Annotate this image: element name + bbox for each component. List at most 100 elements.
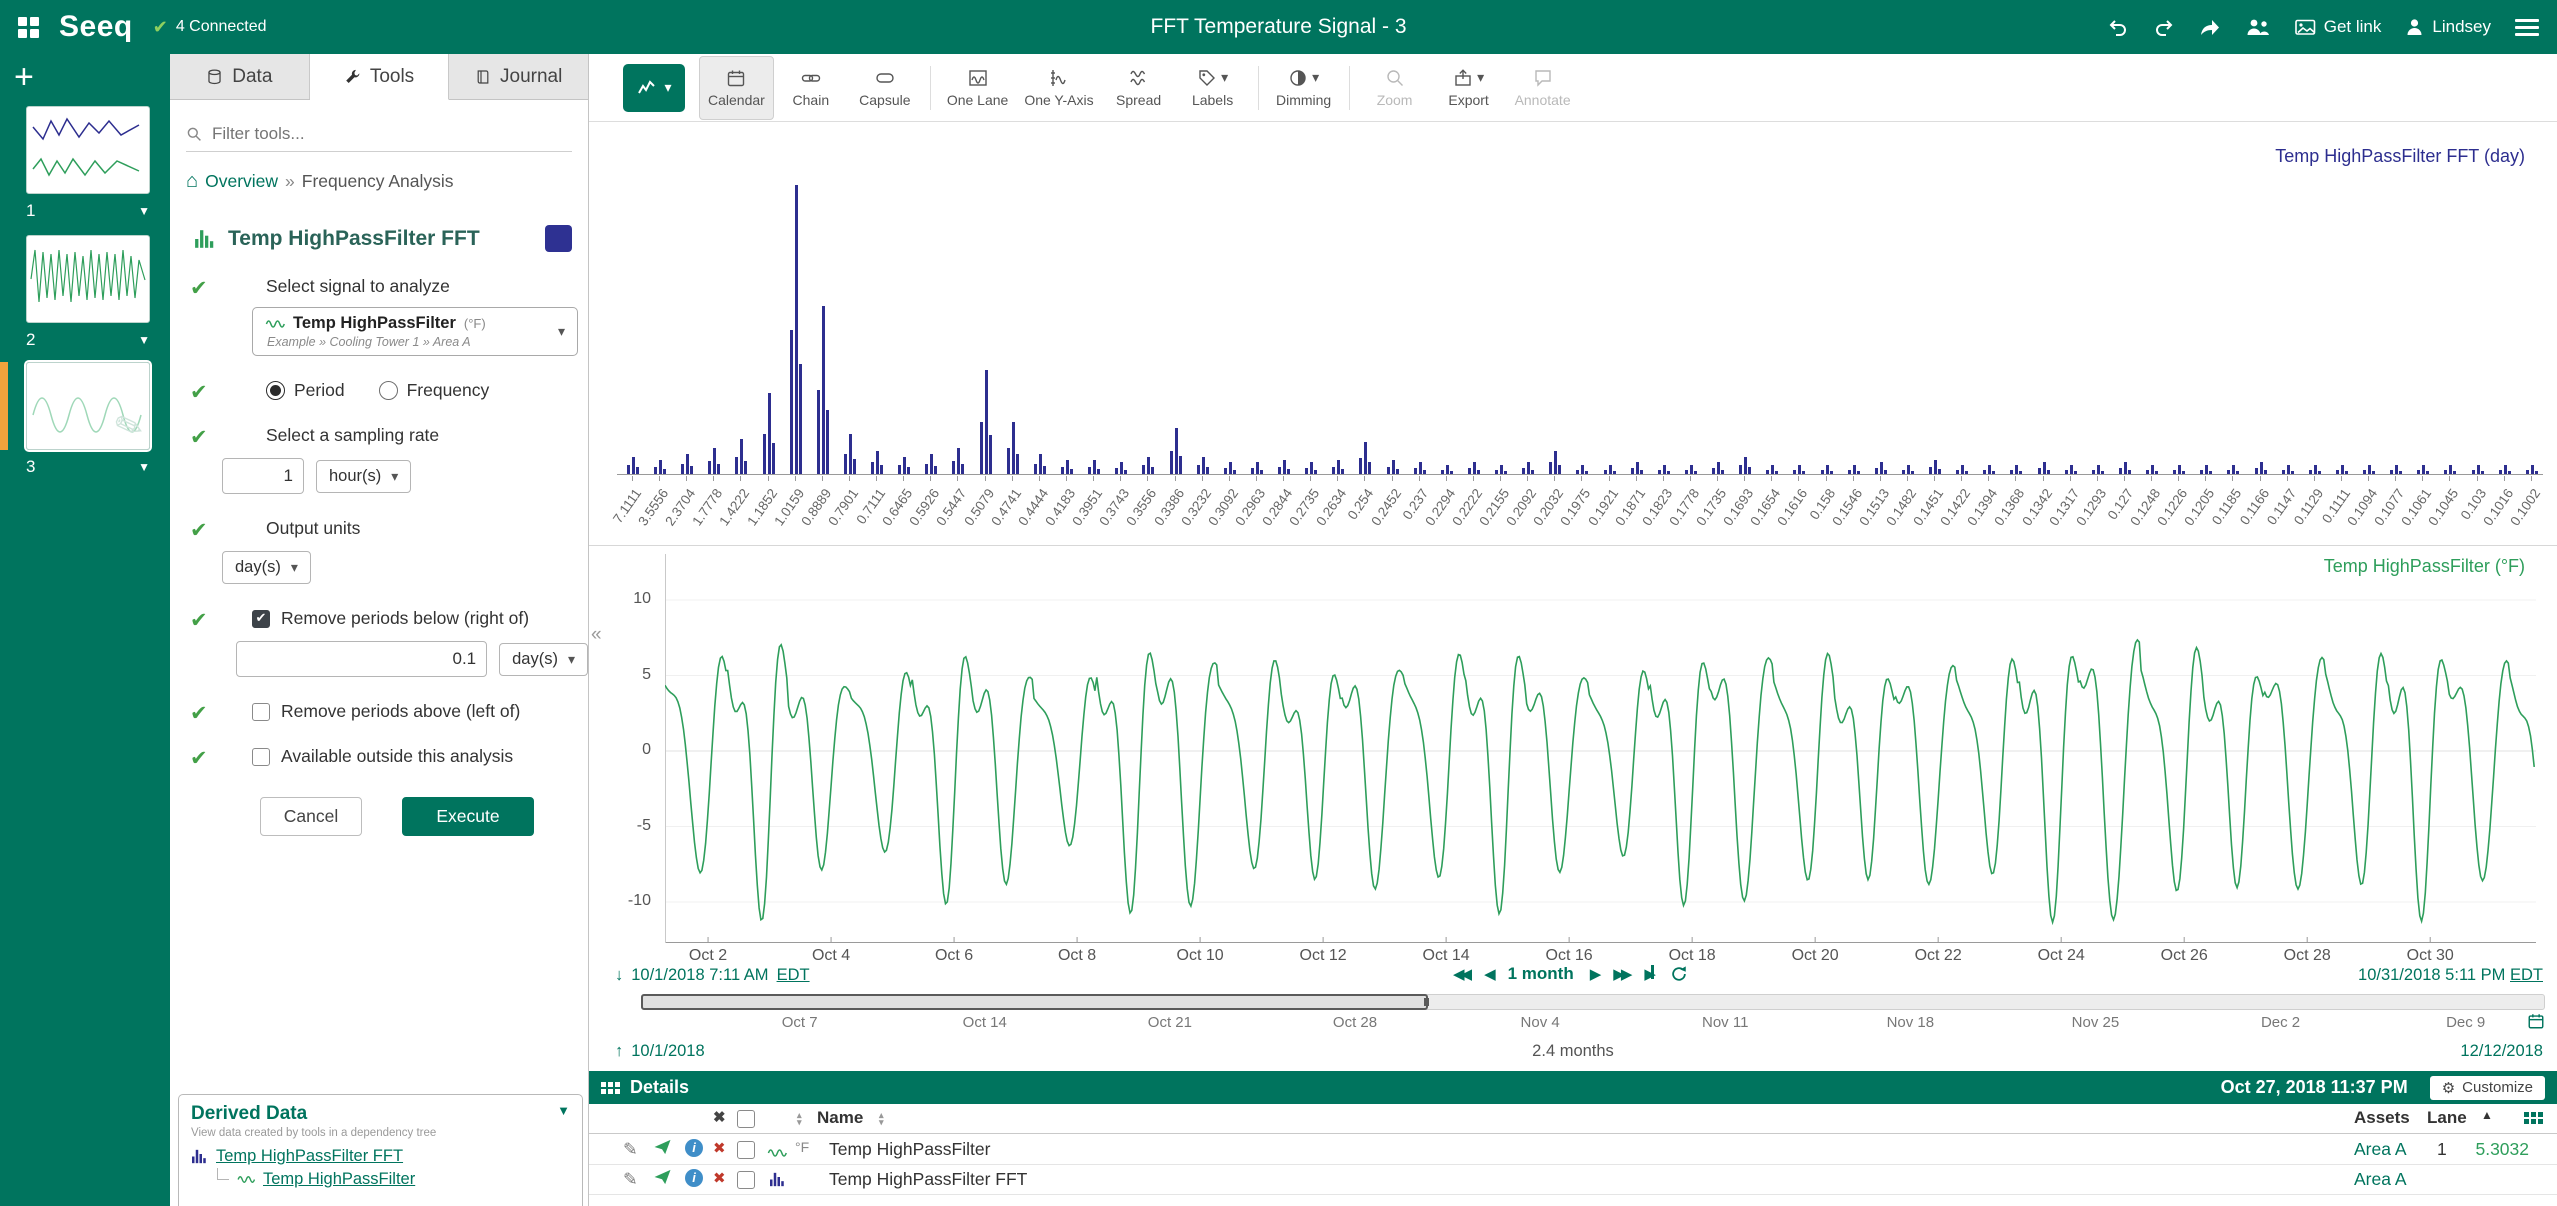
available-outside-checkbox[interactable] <box>252 748 270 766</box>
output-unit-dropdown[interactable]: day(s) ▾ <box>222 551 311 584</box>
remove-icon[interactable]: ✖ <box>713 1169 726 1187</box>
sort-icon[interactable]: ▴▾ <box>879 1112 884 1126</box>
users-icon[interactable] <box>2245 18 2271 37</box>
add-worksheet-button[interactable]: + <box>14 60 34 94</box>
refresh-icon[interactable] <box>1670 965 1688 983</box>
derived-collapse-chevron-icon[interactable]: ▼ <box>557 1103 570 1118</box>
worksheet-thumbnail-2[interactable] <box>26 235 150 323</box>
fft-series-legend[interactable]: Temp HighPassFilter FFT (day) <box>2275 146 2525 167</box>
step-to-end-icon[interactable]: ▶ <box>1644 965 1654 983</box>
worksheet-3-chevron-icon[interactable]: ▼ <box>138 460 150 474</box>
investigate-duration[interactable]: 2.4 months <box>1532 1042 1614 1061</box>
range-end-timezone[interactable]: EDT <box>2510 966 2543 984</box>
investigate-start[interactable]: ↑ 10/1/2018 <box>615 1042 705 1061</box>
columns-icon[interactable] <box>2524 1112 2543 1124</box>
get-link-button[interactable]: Get link <box>2295 17 2382 37</box>
row-name[interactable]: Temp HighPassFilter <box>829 1139 990 1160</box>
toolbar-spread[interactable]: Spread <box>1102 56 1176 120</box>
worksheet-1-chevron-icon[interactable]: ▼ <box>138 204 150 218</box>
sampling-rate-input[interactable] <box>222 458 304 494</box>
worksheet-2-chevron-icon[interactable]: ▼ <box>138 333 150 347</box>
cancel-button[interactable]: Cancel <box>260 797 362 836</box>
derived-item-fft-link[interactable]: Temp HighPassFilter FFT <box>216 1147 403 1166</box>
remove-icon[interactable]: ✖ <box>713 1139 726 1157</box>
timeline-selected-range[interactable] <box>641 994 1428 1010</box>
fft-plot-area[interactable] <box>617 185 2543 475</box>
toolbar-calendar[interactable]: Calendar <box>699 56 774 120</box>
fft-bar <box>1310 462 1313 474</box>
customize-button[interactable]: ⚙ Customize <box>2430 1076 2545 1100</box>
toolbar-one-lane[interactable]: One Lane <box>939 56 1017 120</box>
radio-frequency[interactable]: Frequency <box>379 380 490 401</box>
worksheet-thumbnail-3[interactable]: ✎ <box>26 362 150 450</box>
breadcrumb-overview[interactable]: Overview <box>205 171 278 192</box>
worksheet-thumbnail-1[interactable] <box>26 106 150 194</box>
toolbar-capsule[interactable]: Capsule <box>848 56 922 120</box>
details-row-temp-highpassfilter[interactable]: ✎ i ✖ °F Temp HighPassFilter Area A 1 5.… <box>589 1135 2557 1165</box>
derived-item-signal-link[interactable]: Temp HighPassFilter <box>263 1170 415 1189</box>
signal-select-dropdown[interactable]: Temp HighPassFilter (°F) Example » Cooli… <box>252 307 578 356</box>
sort-icon[interactable]: ▴▾ <box>797 1112 802 1126</box>
edit-icon[interactable]: ✎ <box>623 1169 638 1190</box>
toolbar-chain[interactable]: Chain <box>774 56 848 120</box>
remove-above-checkbox[interactable] <box>252 703 270 721</box>
step-forward-fast-icon[interactable]: ▶▶ <box>1613 965 1628 983</box>
details-row-temp-highpassfilter-fft[interactable]: ✎ i ✖ Temp HighPassFilter FFT Area A <box>589 1165 2557 1195</box>
execute-button[interactable]: Execute <box>402 797 534 836</box>
row-checkbox[interactable] <box>737 1141 755 1159</box>
edit-icon[interactable]: ✎ <box>623 1139 638 1160</box>
info-icon[interactable]: i <box>685 1139 703 1157</box>
send-icon[interactable] <box>653 1169 672 1190</box>
sort-asc-icon[interactable]: ▲ <box>2481 1108 2493 1122</box>
assets-column-header[interactable]: Assets <box>2354 1108 2410 1128</box>
share-icon[interactable] <box>2199 17 2221 37</box>
remove-all-icon[interactable]: ✖ <box>713 1108 726 1126</box>
timeline-track[interactable] <box>641 994 2545 1010</box>
row-asset-link[interactable]: Area A <box>2354 1139 2407 1160</box>
row-checkbox[interactable] <box>737 1171 755 1189</box>
chart-type-button[interactable]: ▾ <box>623 64 685 112</box>
step-back-icon[interactable]: ◀ <box>1484 965 1492 983</box>
toolbar-export[interactable]: ▾ Export <box>1432 56 1506 120</box>
undo-icon[interactable] <box>2107 16 2129 38</box>
timeline-calendar-icon[interactable] <box>2527 1012 2545 1035</box>
range-start[interactable]: ↓ 10/1/2018 7:11 AM EDT <box>615 966 810 985</box>
remove-below-unit-dropdown[interactable]: day(s) ▾ <box>499 643 588 676</box>
collapse-panel-handle[interactable]: « <box>591 624 602 646</box>
app-launcher-icon[interactable] <box>18 17 39 38</box>
filter-tools-input[interactable] <box>212 124 572 144</box>
seeq-logo[interactable]: Seeq <box>59 10 133 44</box>
toolbar-one-y-axis[interactable]: One Y-Axis <box>1016 56 1101 120</box>
toolbar-dimming[interactable]: ▾ Dimming <box>1267 56 1341 120</box>
range-end[interactable]: 10/31/2018 5:11 PM EDT <box>2358 966 2543 985</box>
hamburger-menu-icon[interactable] <box>2515 15 2539 40</box>
step-forward-icon[interactable]: ▶ <box>1590 965 1598 983</box>
row-asset-link[interactable]: Area A <box>2354 1169 2407 1190</box>
radio-period[interactable]: Period <box>266 380 345 401</box>
redo-icon[interactable] <box>2153 16 2175 38</box>
tab-journal[interactable]: Journal <box>449 54 588 99</box>
send-icon[interactable] <box>653 1139 672 1160</box>
toolbar-labels[interactable]: ▾ Labels <box>1176 56 1250 120</box>
radio-frequency-control[interactable] <box>379 381 398 400</box>
tab-data[interactable]: Data <box>170 54 310 99</box>
lane-column-header[interactable]: Lane <box>2427 1108 2467 1128</box>
range-start-timezone[interactable]: EDT <box>777 966 810 985</box>
investigate-end[interactable]: 12/12/2018 <box>2460 1042 2543 1061</box>
row-name[interactable]: Temp HighPassFilter FFT <box>829 1169 1027 1190</box>
tab-tools[interactable]: Tools <box>310 54 450 100</box>
range-duration[interactable]: 1 month <box>1508 964 1574 984</box>
user-menu[interactable]: Lindsey <box>2405 17 2491 37</box>
remove-below-input[interactable] <box>236 641 487 677</box>
remove-below-checkbox[interactable] <box>252 610 270 628</box>
home-icon[interactable]: ⌂ <box>186 170 198 193</box>
series-color-swatch[interactable] <box>545 225 572 252</box>
sampling-unit-dropdown[interactable]: hour(s) ▾ <box>316 460 411 493</box>
select-all-checkbox[interactable] <box>737 1110 755 1128</box>
trend-plot-area[interactable] <box>665 554 2536 943</box>
step-back-fast-icon[interactable]: ◀◀ <box>1453 965 1468 983</box>
connection-status[interactable]: ✔ 4 Connected <box>153 17 267 38</box>
info-icon[interactable]: i <box>685 1169 703 1187</box>
name-column-header[interactable]: Name <box>817 1108 863 1128</box>
radio-period-control[interactable] <box>266 381 285 400</box>
